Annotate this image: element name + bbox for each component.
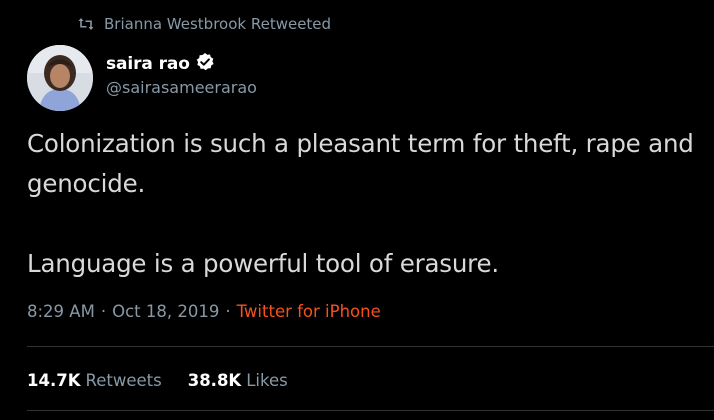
likes-stat[interactable]: 38.8K Likes — [188, 371, 288, 390]
tweet-stats: 14.7K Retweets 38.8K Likes — [27, 371, 288, 390]
author-name-row[interactable]: saira rao — [106, 52, 215, 76]
tweet-source-link[interactable]: Twitter for iPhone — [237, 302, 381, 321]
likes-label: Likes — [246, 371, 288, 390]
tweet-paragraph: Colonization is such a pleasant term for… — [27, 129, 694, 198]
divider — [27, 346, 714, 347]
avatar[interactable] — [27, 45, 93, 111]
tweet-paragraph: Language is a powerful tool of erasure. — [27, 249, 499, 278]
author-name[interactable]: saira rao — [106, 54, 190, 74]
tweet-text: Colonization is such a pleasant term for… — [27, 124, 707, 284]
retweet-context-label: Brianna Westbrook Retweeted — [104, 15, 332, 33]
likes-count: 38.8K — [187, 371, 242, 390]
meta-separator: · — [100, 302, 107, 321]
retweets-count: 14.7K — [27, 371, 81, 390]
retweets-stat[interactable]: 14.7K Retweets — [27, 371, 162, 390]
retweets-label: Retweets — [85, 371, 162, 390]
divider — [27, 410, 714, 411]
tweet-meta: 8:29 AM · Oct 18, 2019 · Twitter for iPh… — [27, 302, 381, 321]
tweet-date[interactable]: Oct 18, 2019 — [112, 302, 219, 321]
retweet-icon — [78, 17, 94, 31]
meta-separator: · — [225, 302, 231, 321]
retweet-context[interactable]: Brianna Westbrook Retweeted — [78, 14, 331, 34]
author-handle[interactable]: @sairasameerarao — [106, 78, 257, 97]
verified-badge-icon — [195, 52, 215, 76]
tweet-time[interactable]: 8:29 AM — [27, 302, 95, 321]
